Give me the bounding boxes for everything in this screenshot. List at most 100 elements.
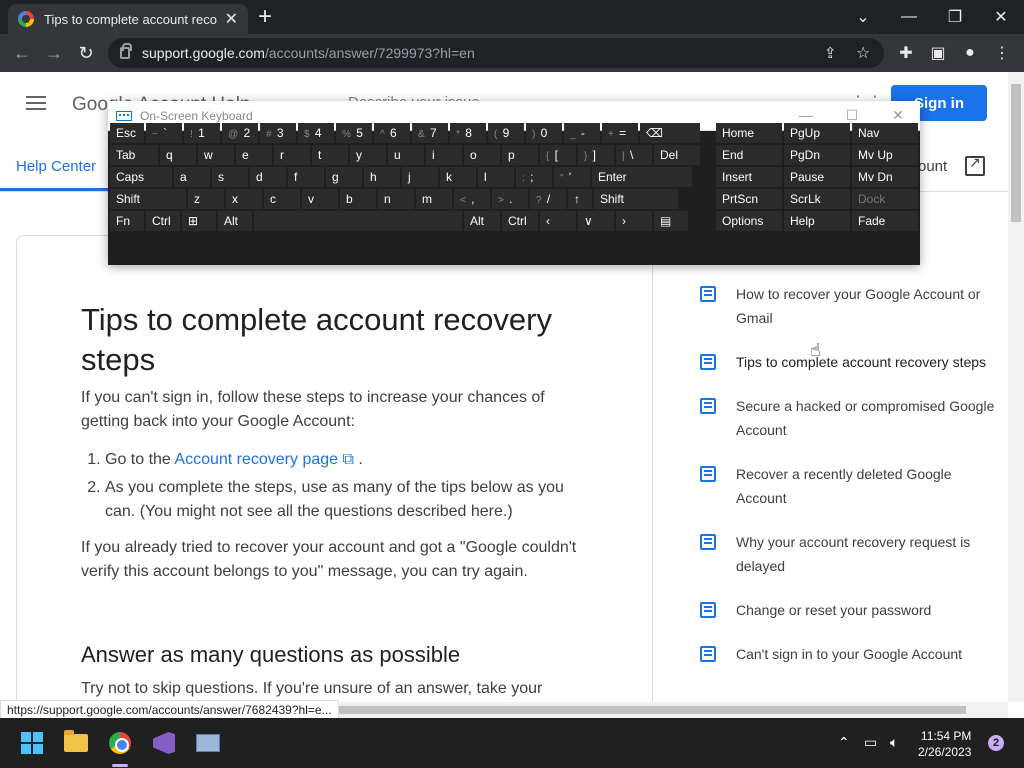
reload-icon[interactable]: ↻ — [73, 40, 99, 66]
osk-key[interactable]: a — [174, 167, 210, 187]
osk-key[interactable]: › — [616, 211, 652, 231]
osk-key[interactable]: Del — [654, 145, 700, 165]
open-external-icon[interactable] — [965, 154, 985, 176]
osk-key[interactable]: z — [188, 189, 224, 209]
network-icon[interactable]: ▭ — [864, 734, 877, 751]
minimize-button[interactable]: — — [886, 0, 932, 34]
osk-key[interactable]: Tab — [110, 145, 158, 165]
osk-key[interactable]: & 7 — [412, 123, 448, 143]
address-bar[interactable]: support.google.com/accounts/answer/72999… — [108, 38, 884, 68]
osk-key[interactable]: ▤ — [654, 211, 688, 231]
profile-avatar-icon[interactable]: ● — [960, 43, 980, 63]
osk-close-button[interactable]: ✕ — [888, 107, 908, 124]
extensions-puzzle-icon[interactable]: ✚ — [896, 43, 916, 63]
osk-key[interactable]: : ; — [516, 167, 552, 187]
osk-key[interactable]: ! 1 — [184, 123, 220, 143]
osk-key[interactable]: o — [464, 145, 500, 165]
browser-tab[interactable]: Tips to complete account recovery steps … — [8, 4, 248, 34]
forward-arrow-icon[interactable]: → — [41, 40, 67, 66]
osk-key[interactable]: ) 0 — [526, 123, 562, 143]
osk-key[interactable]: i — [426, 145, 462, 165]
scroll-thumb[interactable] — [1011, 84, 1021, 222]
osk-nav-key[interactable]: Nav — [852, 123, 918, 143]
osk-nav-key[interactable]: Mv Up — [852, 145, 918, 165]
osk-key[interactable]: Alt — [464, 211, 500, 231]
volume-icon[interactable]: 🔈︎ — [890, 734, 898, 751]
osk-key[interactable]: Shift — [594, 189, 678, 209]
osk-key[interactable]: _ - — [564, 123, 600, 143]
related-item[interactable]: Can't sign in to your Google Account — [700, 642, 1000, 666]
osk-nav-key[interactable]: Options — [716, 211, 782, 231]
osk-key[interactable]: e — [236, 145, 272, 165]
osk-key[interactable]: b — [340, 189, 376, 209]
share-icon[interactable]: ⇪ — [824, 44, 837, 62]
osk-key[interactable]: % 5 — [336, 123, 372, 143]
osk-minimize-button[interactable]: — — [796, 107, 816, 123]
help-center-tab[interactable]: Help Center — [16, 158, 96, 175]
osk-key[interactable]: ∨ — [578, 211, 614, 231]
osk-key[interactable]: Fn — [110, 211, 144, 231]
osk-key[interactable]: @ 2 — [222, 123, 258, 143]
account-recovery-link[interactable]: Account recovery page — [174, 451, 338, 468]
show-hidden-icons-chevron-icon[interactable]: ⌃ — [838, 734, 850, 751]
osk-key[interactable]: Esc — [110, 123, 144, 143]
osk-key[interactable]: * 8 — [450, 123, 486, 143]
related-item[interactable]: Recover a recently deleted Google Accoun… — [700, 462, 1000, 510]
osk-key[interactable]: Alt — [218, 211, 252, 231]
osk-nav-key[interactable]: Home — [716, 123, 782, 143]
osk-key[interactable]: q — [160, 145, 196, 165]
osk-key[interactable]: x — [226, 189, 262, 209]
osk-key[interactable]: j — [402, 167, 438, 187]
vertical-scrollbar[interactable] — [1008, 72, 1024, 702]
osk-nav-key[interactable]: End — [716, 145, 782, 165]
osk-nav-key[interactable]: Mv Dn — [852, 167, 918, 187]
osk-nav-key[interactable]: Pause — [784, 167, 850, 187]
osk-key[interactable]: $ 4 — [298, 123, 334, 143]
osk-key[interactable]: v — [302, 189, 338, 209]
osk-nav-key[interactable]: PrtScn — [716, 189, 782, 209]
osk-nav-key[interactable]: Insert — [716, 167, 782, 187]
osk-key[interactable]: Shift — [110, 189, 186, 209]
osk-key[interactable]: + = — [602, 123, 638, 143]
restore-button[interactable]: ❐ — [932, 0, 978, 34]
tab-search-chevron-icon[interactable]: ⌄ — [840, 0, 886, 34]
notification-badge[interactable]: 2 — [988, 735, 1004, 751]
related-item[interactable]: Tips to complete account recovery steps — [700, 350, 1000, 374]
google-account-link[interactable]: ount — [918, 158, 947, 175]
osk-key[interactable]: d — [250, 167, 286, 187]
osk-key[interactable]: # 3 — [260, 123, 296, 143]
osk-key[interactable]: m — [416, 189, 452, 209]
osk-key[interactable] — [254, 211, 462, 231]
new-tab-button[interactable]: + — [258, 4, 272, 30]
osk-nav-key[interactable]: Fade — [852, 211, 918, 231]
file-explorer-icon[interactable] — [60, 727, 92, 759]
osk-key[interactable]: c — [264, 189, 300, 209]
osk-key[interactable]: h — [364, 167, 400, 187]
osk-key[interactable]: ? / — [530, 189, 566, 209]
back-arrow-icon[interactable]: ← — [9, 40, 35, 66]
related-item[interactable]: Change or reset your password — [700, 598, 1000, 622]
osk-key[interactable]: Ctrl — [146, 211, 180, 231]
osk-key[interactable]: l — [478, 167, 514, 187]
osk-key[interactable]: w — [198, 145, 234, 165]
osk-key[interactable]: t — [312, 145, 348, 165]
osk-key[interactable]: } ] — [578, 145, 614, 165]
bookmark-star-icon[interactable]: ☆ — [856, 43, 870, 63]
osk-key[interactable]: ( 9 — [488, 123, 524, 143]
osk-key[interactable]: u — [388, 145, 424, 165]
osk-key[interactable]: f — [288, 167, 324, 187]
clock[interactable]: 11:54 PM 2/26/2023 — [918, 728, 971, 760]
visual-studio-icon[interactable] — [148, 727, 180, 759]
osk-key[interactable]: ⌫ — [640, 123, 700, 143]
osk-key[interactable]: ⊞ — [182, 211, 216, 231]
osk-nav-key[interactable]: Help — [784, 211, 850, 231]
osk-nav-key[interactable]: Dock — [852, 189, 918, 209]
osk-key[interactable]: Enter — [592, 167, 692, 187]
osk-key[interactable]: | \ — [616, 145, 652, 165]
osk-nav-key[interactable]: ScrLk — [784, 189, 850, 209]
osk-key[interactable]: ^ 6 — [374, 123, 410, 143]
osk-nav-key[interactable]: PgUp — [784, 123, 850, 143]
related-item[interactable]: Why your account recovery request is del… — [700, 530, 1000, 578]
close-window-button[interactable]: ✕ — [978, 0, 1024, 34]
osk-nav-key[interactable]: PgDn — [784, 145, 850, 165]
